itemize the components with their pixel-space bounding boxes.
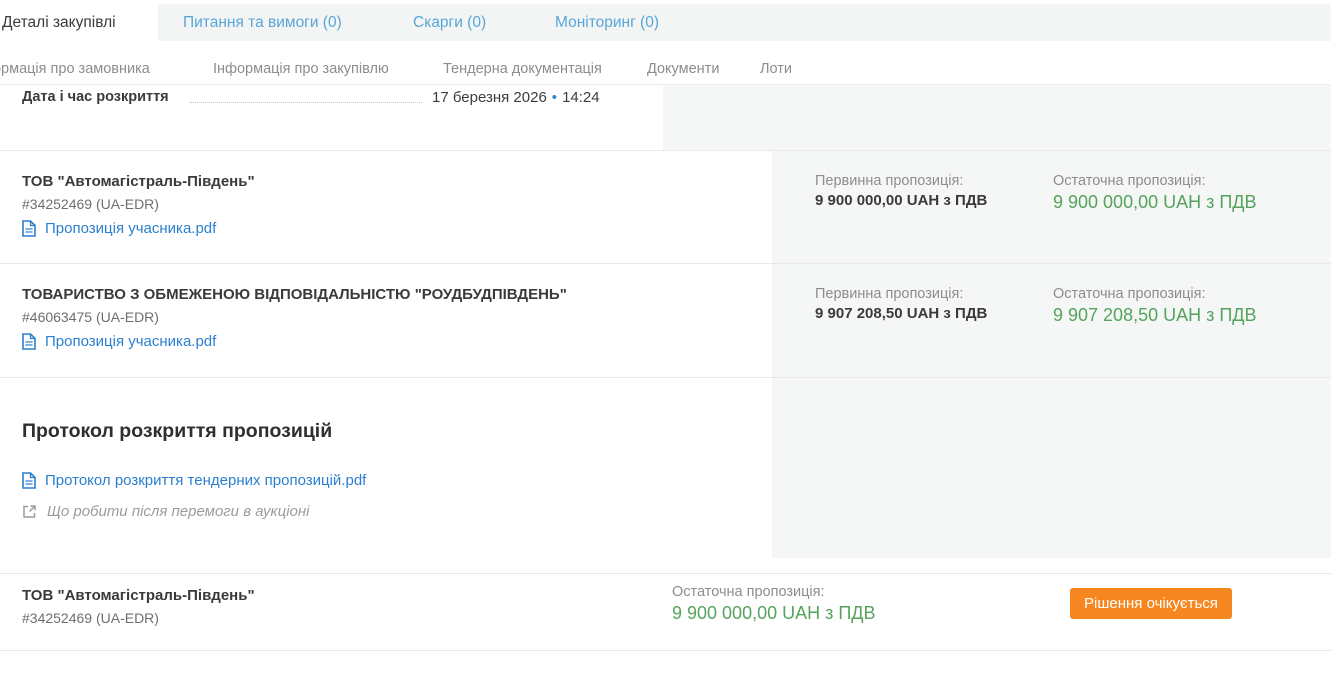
protocol-document-label: Протокол розкриття тендерних пропозицій.… bbox=[45, 472, 366, 489]
subnav-tender-docs[interactable]: Тендерна документація bbox=[443, 61, 602, 83]
divider bbox=[0, 650, 1331, 651]
initial-bid-column: Первинна пропозиція: 9 900 000,00 UAH з … bbox=[815, 173, 987, 209]
what-to-do-after-win-link[interactable]: Що робити після перемоги в аукціоні bbox=[22, 503, 309, 520]
final-bid-column: Остаточна пропозиція: 9 900 000,00 UAH з… bbox=[1053, 173, 1257, 213]
subnav-documents[interactable]: Документи bbox=[647, 61, 719, 83]
bid-document-label: Пропозиція учасника.pdf bbox=[45, 333, 216, 350]
tab-complaints[interactable]: Скарги (0) bbox=[413, 4, 486, 41]
bidder-name: ТОВ "Автомагістраль-Південь" bbox=[22, 173, 255, 190]
row-gray-panel bbox=[663, 85, 1331, 150]
tab-monitoring[interactable]: Моніторинг (0) bbox=[555, 4, 659, 41]
disclosure-date-value: 17 березня 2026 • 14:24 bbox=[432, 89, 600, 106]
disclosure-time: 14:24 bbox=[562, 89, 600, 106]
final-bid-label: Остаточна пропозиція: bbox=[1053, 286, 1257, 302]
bid-row: ТОВ "Автомагістраль-Південь" #34252469 (… bbox=[0, 151, 1331, 263]
document-icon bbox=[22, 220, 36, 237]
final-bid-value: 9 907 208,50 UAH з ПДВ bbox=[1053, 305, 1257, 326]
initial-bid-label: Первинна пропозиція: bbox=[815, 173, 987, 189]
section-gray-panel bbox=[772, 378, 1331, 558]
protocol-section-title: Протокол розкриття пропозицій bbox=[22, 420, 332, 443]
external-link-icon bbox=[22, 504, 37, 519]
initial-bid-column: Первинна пропозиція: 9 907 208,50 UAH з … bbox=[815, 286, 987, 322]
document-icon bbox=[22, 333, 36, 350]
bidder-name: ТОВ "Автомагістраль-Південь" bbox=[22, 587, 255, 604]
bidder-edr-code: #46063475 (UA-EDR) bbox=[22, 309, 159, 325]
final-bid-value: 9 900 000,00 UAH з ПДВ bbox=[1053, 192, 1257, 213]
award-status-badge: Рішення очікується bbox=[1070, 588, 1232, 619]
bidder-edr-code: #34252469 (UA-EDR) bbox=[22, 610, 159, 626]
bid-row: ТОВАРИСТВО З ОБМЕЖЕНОЮ ВІДПОВІДАЛЬНІСТЮ … bbox=[0, 264, 1331, 377]
what-to-do-after-win-label: Що робити після перемоги в аукціоні bbox=[47, 503, 309, 520]
subnav-buyer-info[interactable]: Інформація про замовника bbox=[0, 61, 150, 83]
initial-bid-label: Первинна пропозиція: bbox=[815, 286, 987, 302]
document-icon bbox=[22, 472, 36, 489]
final-bid-column: Остаточна пропозиція: 9 907 208,50 UAH з… bbox=[1053, 286, 1257, 326]
bidder-name: ТОВАРИСТВО З ОБМЕЖЕНОЮ ВІДПОВІДАЛЬНІСТЮ … bbox=[22, 286, 567, 303]
disclosure-date-row: Дата і час розкриття 17 березня 2026 • 14:… bbox=[0, 85, 1331, 150]
subnav-lots[interactable]: Лоти bbox=[760, 61, 792, 83]
final-bid-label: Остаточна пропозиція: bbox=[672, 584, 876, 600]
bullet-separator: • bbox=[552, 89, 557, 106]
bid-document-label: Пропозиція учасника.pdf bbox=[45, 220, 216, 237]
tab-questions[interactable]: Питання та вимоги (0) bbox=[183, 4, 342, 41]
bidder-edr-code: #34252469 (UA-EDR) bbox=[22, 196, 159, 212]
initial-bid-value: 9 900 000,00 UAH з ПДВ bbox=[815, 192, 987, 209]
disclosure-protocol-section: Протокол розкриття пропозицій Протокол р… bbox=[0, 378, 1331, 573]
protocol-document-link[interactable]: Протокол розкриття тендерних пропозицій.… bbox=[22, 472, 366, 489]
tab-purchase-details[interactable]: Деталі закупівлі bbox=[0, 4, 158, 41]
final-bid-value: 9 900 000,00 UAH з ПДВ bbox=[672, 603, 876, 624]
initial-bid-value: 9 907 208,50 UAH з ПДВ bbox=[815, 305, 987, 322]
disclosure-date: 17 березня 2026 bbox=[432, 89, 547, 106]
final-bid-label: Остаточна пропозиція: bbox=[1053, 173, 1257, 189]
bid-document-link[interactable]: Пропозиція учасника.pdf bbox=[22, 220, 216, 237]
final-bid-column: Остаточна пропозиція: 9 900 000,00 UAH з… bbox=[672, 584, 876, 624]
dotted-leader bbox=[190, 102, 422, 103]
disclosure-date-label: Дата і час розкриття bbox=[22, 89, 169, 105]
bid-document-link[interactable]: Пропозиція учасника.pdf bbox=[22, 333, 216, 350]
subnav-purchase-info[interactable]: Інформація про закупівлю bbox=[213, 61, 389, 83]
award-row: ТОВ "Автомагістраль-Південь" #34252469 (… bbox=[0, 574, 1331, 650]
